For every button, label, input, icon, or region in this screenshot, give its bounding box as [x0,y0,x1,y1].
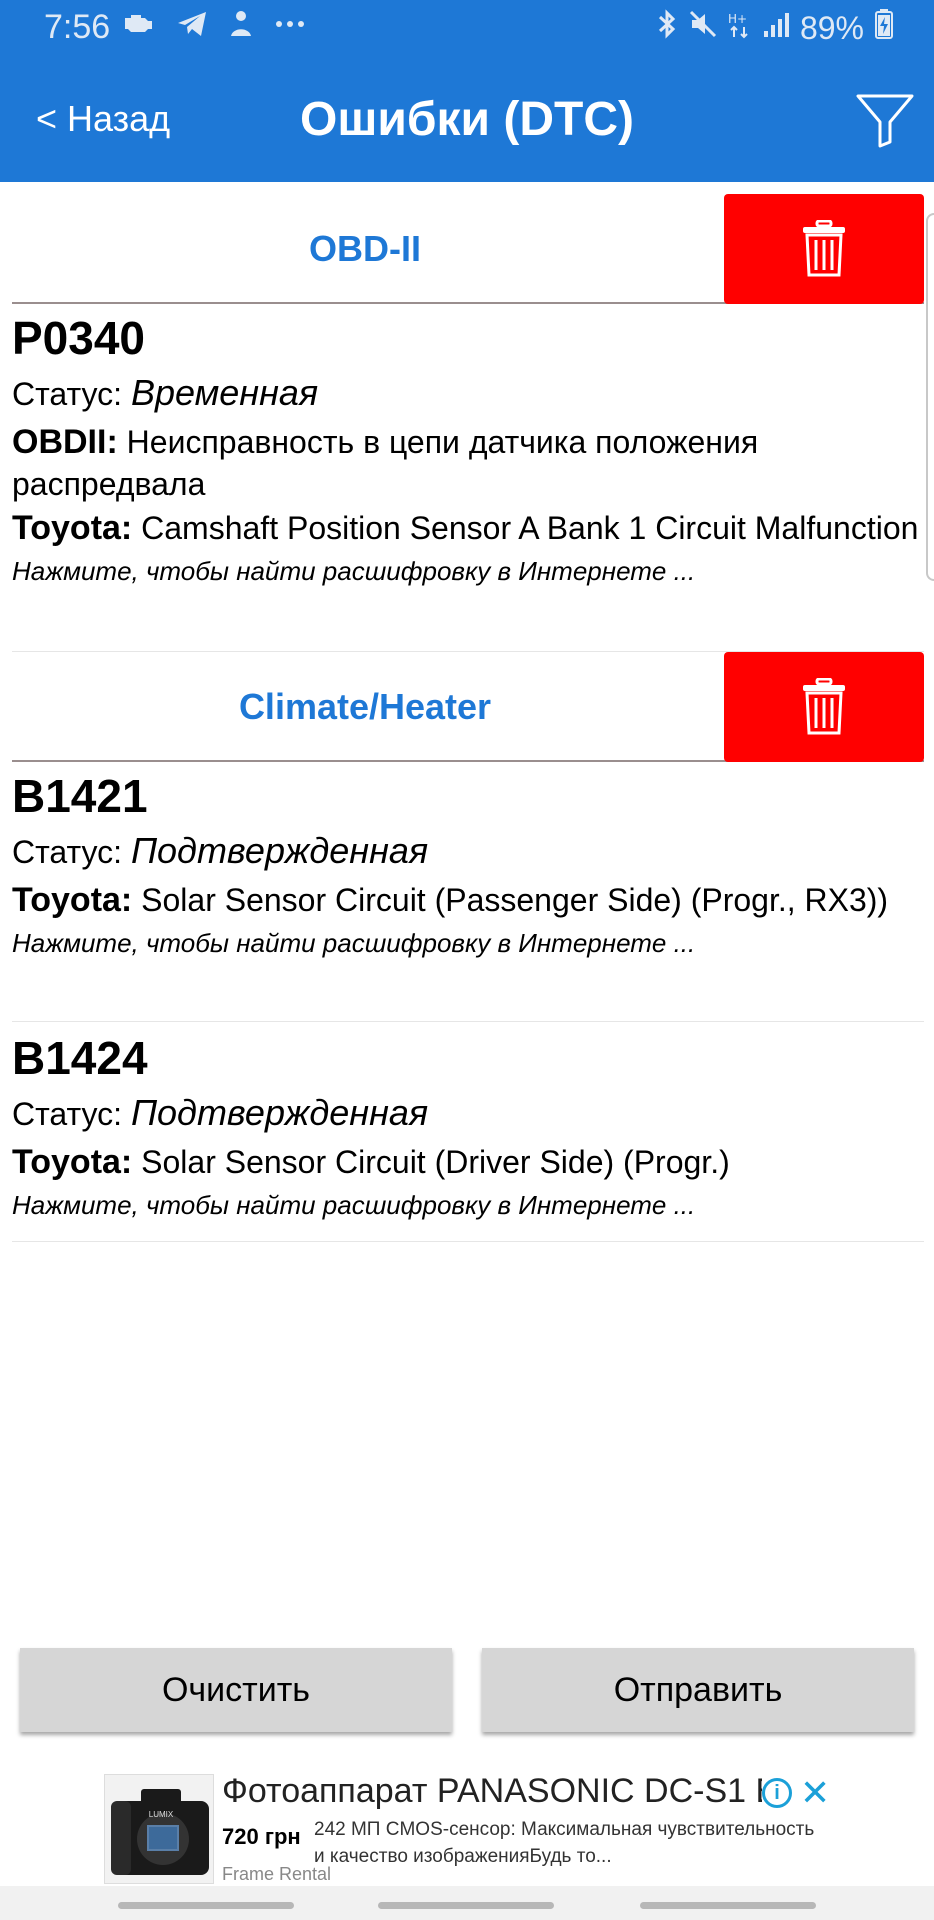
ad-close-icon[interactable]: ✕ [800,1772,830,1814]
scroll-indicator [926,213,934,581]
ad-price: 720 грн [222,1824,301,1849]
status-value: Подтвержденная [130,1092,429,1133]
status-value: Подтвержденная [130,830,429,871]
clear-button[interactable]: Очистить [20,1648,452,1732]
bluetooth-icon [656,9,678,47]
group-title[interactable]: Climate/Heater [12,652,718,762]
status-value: Временная [130,372,319,413]
bluetooth-person-icon [228,10,254,46]
ad-image[interactable]: LUMIX [104,1774,214,1884]
dtc-code: B1421 [12,770,148,822]
status-label: Статус: [12,1096,123,1132]
more-dots-icon [274,10,306,46]
status-label: Статус: [12,834,123,870]
system-icons: H+ 89% [656,8,894,48]
dtc-item[interactable]: P0340 Статус: Временная OBDII: Неисправн… [12,310,924,652]
nav-recents[interactable] [118,1902,294,1909]
dtc-description: Toyota: Solar Sensor Circuit (Driver Sid… [12,1141,924,1183]
dtc-code: B1424 [12,1032,148,1084]
telegram-icon [176,10,208,46]
search-hint[interactable]: Нажмите, чтобы найти расшифровку в Интер… [12,555,924,587]
dtc-status: Статус: Временная [12,372,924,415]
dtc-status: Статус: Подтвержденная [12,1092,924,1135]
description-text: Неисправность в цепи датчика положения р… [12,424,759,502]
dtc-description: Toyota: Camshaft Position Sensor A Bank … [12,507,924,549]
group-header-climate: Climate/Heater [12,652,924,762]
ad-info-icon[interactable]: i [762,1778,792,1808]
description-text: Solar Sensor Circuit (Driver Side) (Prog… [141,1144,730,1180]
engine-icon [122,10,156,46]
filter-button[interactable] [854,88,916,150]
nav-home[interactable] [378,1902,554,1909]
send-button[interactable]: Отправить [482,1648,914,1732]
battery-percent: 89% [799,9,864,46]
signal-icon [762,10,790,47]
group-title[interactable]: OBD-II [12,194,718,304]
ad-image-logo: LUMIX [149,1810,174,1819]
dtc-description: Toyota: Solar Sensor Circuit (Passenger … [12,879,924,921]
dtc-description: OBDII: Неисправность в цепи датчика поло… [12,421,924,505]
navigation-bar [0,1886,934,1920]
mute-icon [688,9,718,47]
dtc-item[interactable]: B1421 Статус: Подтвержденная Toyota: Sol… [12,768,924,1022]
dtc-status: Статус: Подтвержденная [12,830,924,873]
description-source: Toyota: [12,1143,133,1181]
dtc-item[interactable]: B1424 Статус: Подтвержденная Toyota: Sol… [12,1030,924,1242]
svg-text:H+: H+ [728,12,747,26]
battery-charging-icon [874,8,894,48]
description-text: Solar Sensor Circuit (Passenger Side) (P… [141,882,889,918]
data-hplus-icon: H+ [728,9,752,47]
group-header-obd2: OBD-II [12,194,924,304]
page-title: Ошибки (DTC) [300,93,634,146]
description-source: Toyota: [12,881,133,919]
status-label: Статус: [12,376,123,412]
delete-group-button[interactable] [724,652,924,762]
filter-icon [856,94,914,148]
search-hint[interactable]: Нажмите, чтобы найти расшифровку в Интер… [12,927,924,959]
dtc-code: P0340 [12,312,146,364]
notification-icons [122,10,306,46]
search-hint[interactable]: Нажмите, чтобы найти расшифровку в Интер… [12,1189,924,1221]
delete-group-button[interactable] [724,194,924,304]
description-source: Toyota: [12,509,133,547]
trash-icon [803,678,845,735]
ad-title[interactable]: Фотоаппарат PANASONIC DC-S1 E [222,1772,762,1811]
app-bar: < Назад Ошибки (DTC) [0,58,934,182]
ad-banner[interactable]: LUMIX Фотоаппарат PANASONIC DC-S1 E 720 … [104,1772,834,1886]
status-time: 7:56 [44,8,111,46]
description-text: Camshaft Position Sensor A Bank 1 Circui… [141,510,919,546]
status-bar: 7:56 H+ 89% [0,0,934,58]
ad-source: Frame Rental [222,1864,332,1884]
trash-icon [803,220,845,277]
camera-image: LUMIX [111,1789,209,1875]
nav-back[interactable] [640,1902,816,1909]
ad-description: 242 МП CMOS-сенсор: Максимальная чувстви… [314,1819,815,1867]
description-source: OBDII: [12,423,118,461]
